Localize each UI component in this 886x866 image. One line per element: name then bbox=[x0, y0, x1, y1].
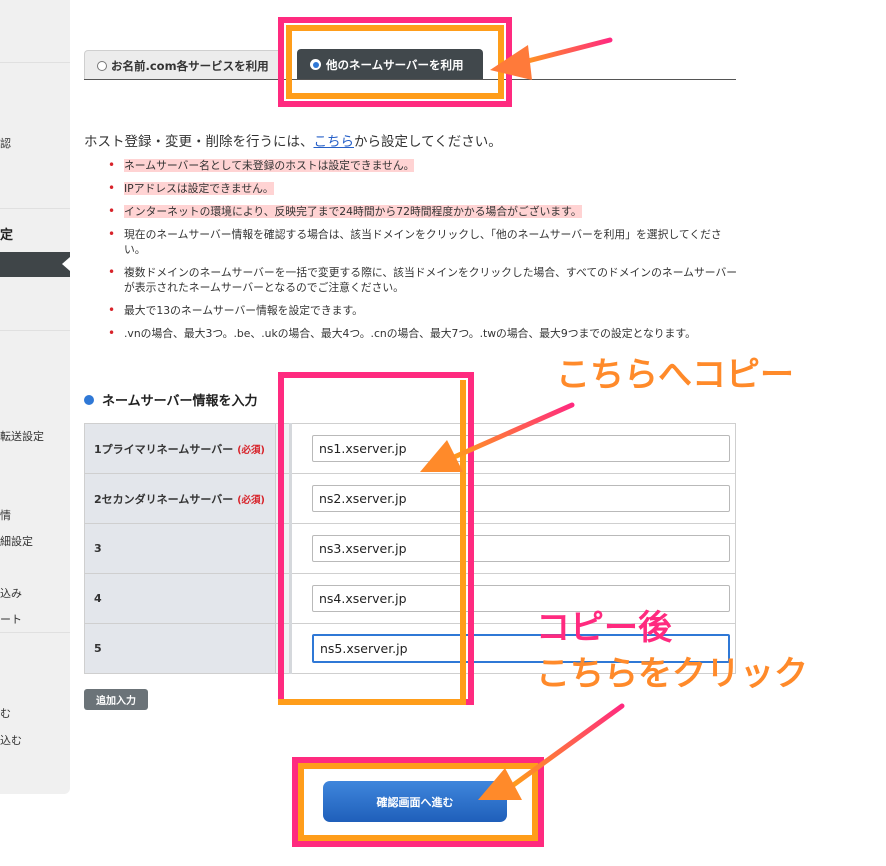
arrow-to-confirm-icon bbox=[478, 703, 625, 800]
arrow-to-tab-icon bbox=[490, 37, 613, 80]
annotation-arrows bbox=[420, 37, 625, 800]
arrow-to-inputs-icon bbox=[420, 402, 575, 472]
